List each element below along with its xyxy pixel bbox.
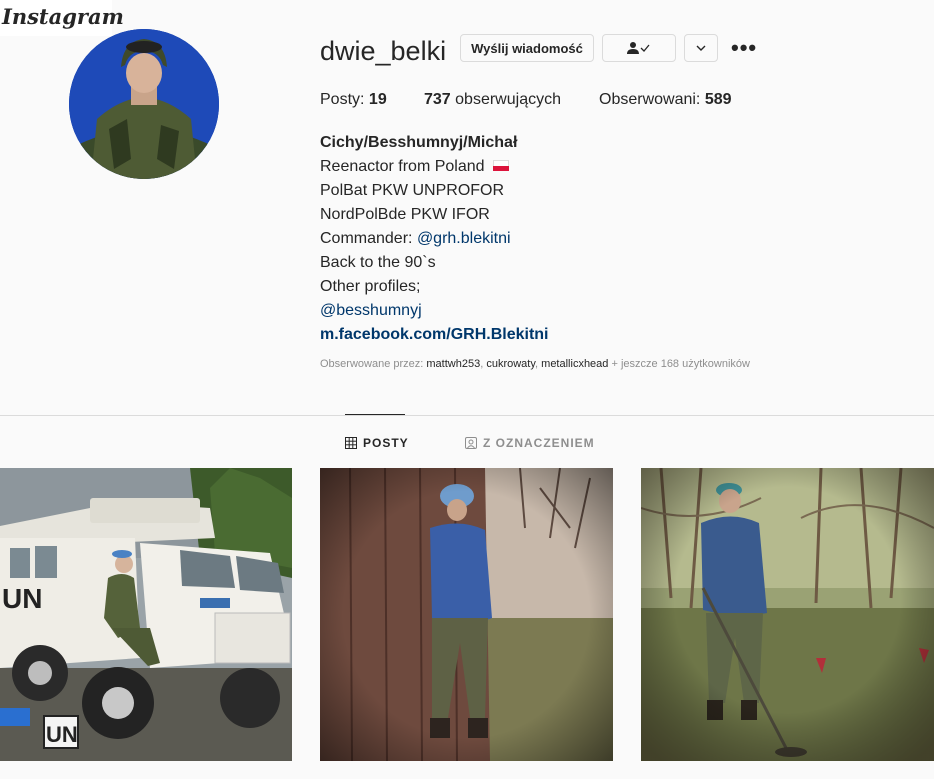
post-thumbnail[interactable] xyxy=(320,468,613,761)
bio-line: @besshumnyj xyxy=(320,299,549,323)
active-tab-indicator xyxy=(345,414,405,415)
post-thumbnail[interactable]: UN UN xyxy=(0,468,292,761)
posts-label: Posty: xyxy=(320,91,365,108)
posts-number: 19 xyxy=(368,91,387,108)
instagram-logo[interactable]: Instagram xyxy=(0,0,124,36)
followed-by-user[interactable]: cukrowaty xyxy=(486,358,535,370)
tabs-divider xyxy=(0,415,934,416)
send-message-button[interactable]: Wyślij wiadomość xyxy=(460,34,594,62)
profile-username: dwie_belki xyxy=(320,36,447,66)
tab-posts[interactable]: POSTY xyxy=(345,436,409,450)
tagged-icon xyxy=(465,437,477,449)
followed-by-prefix: Obserwowane przez: xyxy=(320,358,424,370)
tab-label: Z OZNACZENIEM xyxy=(483,436,595,450)
post-thumbnail[interactable] xyxy=(641,468,934,761)
chevron-down-icon xyxy=(696,45,706,52)
truck-un-text: UN xyxy=(2,583,42,614)
followers-number: 737 xyxy=(424,91,451,108)
bio-name: Cichy/Besshumnyj/Michał xyxy=(320,134,518,151)
bio-line: m.facebook.com/GRH.Blekitni xyxy=(320,323,549,347)
bio-line: Other profiles; xyxy=(320,278,421,295)
posts-count: Posty: 19 xyxy=(320,91,387,109)
bio-line: PolBat PKW UNPROFOR xyxy=(320,182,505,199)
more-options-icon[interactable]: ••• xyxy=(731,37,757,59)
following-button[interactable] xyxy=(602,34,676,62)
bio-website-link[interactable]: m.facebook.com/GRH.Blekitni xyxy=(320,326,549,343)
profile-bio: Cichy/Besshumnyj/Michał Reenactor from P… xyxy=(320,131,549,347)
bio-line: Commander: @grh.blekitni xyxy=(320,227,549,251)
poland-flag-icon xyxy=(492,160,509,172)
following-number: 589 xyxy=(704,91,732,108)
grid-icon xyxy=(345,437,357,449)
followers-count[interactable]: 737 obserwujących xyxy=(424,91,561,109)
followed-by-user[interactable]: mattwh253 xyxy=(426,358,480,370)
tab-tagged[interactable]: Z OZNACZENIEM xyxy=(465,436,595,450)
suggested-dropdown-button[interactable] xyxy=(684,34,718,62)
bio-line-text: Reenactor from Poland xyxy=(320,158,485,175)
tab-label: POSTY xyxy=(363,436,409,450)
profile-avatar[interactable] xyxy=(69,29,219,179)
bio-mention-link[interactable]: @grh.blekitni xyxy=(417,230,511,247)
followed-by-user[interactable]: metallicxhead xyxy=(541,358,608,370)
following-label: Obserwowani: xyxy=(599,91,701,108)
followed-by-suffix[interactable]: + jeszcze 168 użytkowników xyxy=(611,358,749,370)
bio-line-text: Commander: xyxy=(320,230,413,247)
bio-mention-link[interactable]: @besshumnyj xyxy=(320,302,422,319)
person-check-icon xyxy=(626,41,652,55)
un-logo-text: UN xyxy=(46,722,78,747)
bio-line: Reenactor from Poland xyxy=(320,155,549,179)
followers-label: obserwujących xyxy=(455,91,561,108)
followed-by: Obserwowane przez: mattwh253, cukrowaty,… xyxy=(320,358,750,370)
bio-line: Back to the 90`s xyxy=(320,254,436,271)
bio-line: NordPolBde PKW IFOR xyxy=(320,206,490,223)
following-count[interactable]: Obserwowani: 589 xyxy=(599,91,732,109)
